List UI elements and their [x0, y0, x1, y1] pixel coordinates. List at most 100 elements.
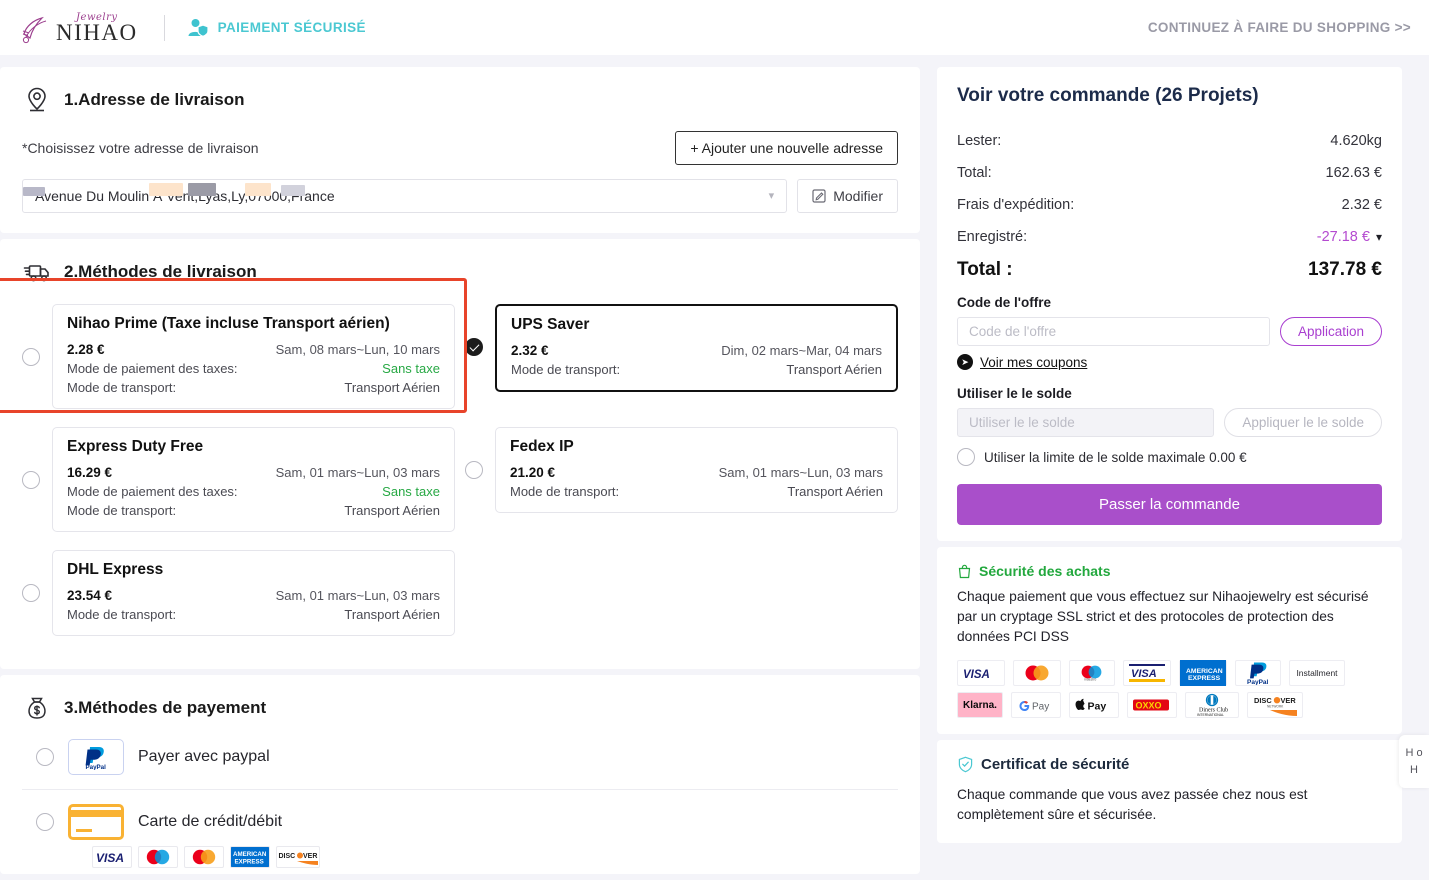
shipping-tax-line: Mode de paiement des taxes: Sans taxe [67, 482, 440, 501]
edit-pencil-icon [812, 189, 826, 203]
payment-radio-paypal[interactable] [36, 748, 54, 766]
shipping-tax-label: Mode de paiement des taxes: [67, 361, 238, 376]
brand-logo-mastercard [184, 846, 224, 868]
address-select[interactable]: Avenue Du Moulin À Vent,Lyas,Ly,07000,Fr… [22, 179, 788, 213]
checkout-body: 1.Adresse de livraison *Choisissez votre… [0, 55, 1429, 880]
shipping-price: 23.54 € [67, 588, 113, 603]
coupon-field-label: Code de l'offre [957, 295, 1051, 310]
address-hint: *Choisissez votre adresse de livraison [22, 140, 259, 156]
secure-payment-label: PAIEMENT SÉCURISÉ [217, 20, 366, 35]
security-certificate-header: Certificat de sécurité [957, 756, 1382, 773]
shipping-transport-value: Transport Aérien [787, 484, 883, 499]
shipping-section-title: 2.Méthodes de livraison [64, 262, 257, 281]
summary-row-saved[interactable]: Enregistré: -27.18 € ▾ [957, 221, 1382, 253]
order-summary-column: Voir votre commande (26 Projets) Lester:… [937, 67, 1402, 880]
chevron-down-icon[interactable]: ▾ [1376, 230, 1382, 244]
header-divider [163, 14, 165, 41]
installment-label: Installment [1296, 668, 1338, 678]
place-order-button[interactable]: Passer la commande [957, 484, 1382, 525]
balance-amount-input[interactable] [957, 408, 1215, 437]
continue-shopping-link[interactable]: CONTINUEZ À FAIRE DU SHOPPING >> [1148, 20, 1411, 35]
payment-logo-klarna: Klarna. [957, 692, 1003, 718]
brand-logo[interactable]: Jewelry NIHAO [20, 11, 138, 44]
summary-value-weight: 4.620kg [1330, 133, 1382, 149]
address-redaction-5 [281, 185, 305, 196]
view-my-coupons-label: Voir mes coupons [980, 354, 1088, 370]
card-brand-logos: VISA AMERICAN EXPRESS DISC VER [92, 846, 898, 868]
payment-section-header: 3.Méthodes de payement [22, 693, 898, 723]
shipping-transport-value: Transport Aérien [344, 380, 440, 395]
shipping-option-ups-saver[interactable]: UPS Saver 2.32 € Dim, 02 mars~Mar, 04 ma… [465, 295, 898, 418]
summary-value-saved-wrap[interactable]: -27.18 € ▾ [1317, 229, 1382, 245]
shipping-price: 2.32 € [511, 343, 549, 358]
paypal-option-label: Payer avec paypal [138, 748, 270, 765]
coupon-code-input[interactable] [957, 317, 1270, 346]
shipping-transport-value: Transport Aérien [786, 362, 882, 377]
view-my-coupons-link[interactable]: ➤ Voir mes coupons [957, 354, 1382, 370]
brand-logo-american-express: AMERICAN EXPRESS [230, 846, 270, 868]
summary-row-shipping: Frais d'expédition: 2.32 € [957, 189, 1382, 221]
credit-card-icon [68, 804, 124, 840]
svg-text:PayPal: PayPal [1247, 679, 1269, 685]
apply-coupon-button[interactable]: Application [1279, 317, 1382, 346]
summary-value-saved: -27.18 € [1316, 229, 1370, 245]
shipping-transport-label: Mode de transport: [67, 607, 177, 622]
shipping-transport-value: Transport Aérien [344, 503, 440, 518]
shipping-tax-line: Mode de paiement des taxes: Sans taxe [67, 359, 440, 378]
payment-logo-maestro: maestro [1069, 660, 1115, 686]
shipping-tax-value: Sans taxe [382, 484, 440, 499]
payment-logo-apple-pay: Pay [1069, 692, 1119, 718]
shipping-option-box: Express Duty Free 16.29 € Sam, 01 mars~L… [52, 427, 455, 532]
payment-options-divider [22, 789, 898, 790]
brand-logo-maestro [138, 846, 178, 868]
payment-logo-visa: VISA [957, 660, 1005, 686]
shipping-option-dhl-express[interactable]: DHL Express 23.54 € Sam, 01 mars~Lun, 03… [22, 541, 455, 645]
summary-row-subtotal: Total: 162.63 € [957, 157, 1382, 189]
summary-row-weight: Lester: 4.620kg [957, 125, 1382, 157]
summary-label-subtotal: Total: [957, 165, 992, 181]
shipping-price: 2.28 € [67, 342, 105, 357]
shipping-transport-line: Mode de transport: Transport Aérien [67, 501, 440, 520]
max-balance-option[interactable]: Utiliser la limite de le solde maximale … [957, 448, 1382, 466]
payment-logo-mastercard [1013, 660, 1061, 686]
shipping-transport-line: Mode de transport: Transport Aérien [67, 378, 440, 397]
chevron-down-icon[interactable]: ▾ [769, 190, 775, 202]
floating-side-tab[interactable]: H o H [1399, 735, 1429, 788]
delivery-truck-icon [22, 257, 52, 287]
shipping-transport-line: Mode de transport: Transport Aérien [67, 605, 440, 624]
shipping-radio-dhl-express[interactable] [22, 584, 40, 602]
shipping-option-fedex-ip[interactable]: Fedex IP 21.20 € Sam, 01 mars~Lun, 03 ma… [465, 418, 898, 541]
add-new-address-button[interactable]: + Ajouter une nouvelle adresse [675, 131, 898, 165]
svg-text:NETWORK: NETWORK [1267, 705, 1284, 709]
shipping-date-range: Sam, 01 mars~Lun, 03 mars [275, 588, 440, 603]
shipping-radio-fedex-ip[interactable] [465, 461, 483, 479]
payment-radio-card[interactable] [36, 813, 54, 831]
money-bag-icon [22, 693, 52, 723]
paypal-logo-icon: PayPal [68, 739, 124, 775]
svg-text:VISA: VISA [1131, 668, 1157, 680]
modify-address-button[interactable]: Modifier [797, 179, 898, 213]
shipping-tax-value: Sans taxe [382, 361, 440, 376]
svg-text:VISA: VISA [96, 851, 124, 865]
shipping-option-express-duty-free[interactable]: Express Duty Free 16.29 € Sam, 01 mars~L… [22, 418, 455, 541]
shipping-transport-label: Mode de transport: [67, 380, 177, 395]
svg-text:EXPRESS: EXPRESS [1188, 675, 1221, 682]
shipping-radio-nihao-prime[interactable] [22, 347, 40, 366]
payment-option-card[interactable]: Carte de crédit/débit [22, 794, 898, 840]
payment-logo-american-express: AMERICAN EXPRESS [1179, 660, 1227, 686]
payment-option-paypal[interactable]: PayPal Payer avec paypal [22, 729, 898, 785]
svg-text:DISC: DISC [279, 853, 296, 860]
shipping-radio-express-duty-free[interactable] [22, 470, 40, 489]
svg-text:EXPRESS: EXPRESS [235, 859, 264, 866]
payment-logo-google-pay: Pay [1011, 692, 1061, 718]
shipping-radio-ups-saver[interactable] [465, 338, 483, 356]
apply-balance-button[interactable]: Appliquer le le solde [1224, 408, 1382, 437]
shipping-option-box: Fedex IP 21.20 € Sam, 01 mars~Lun, 03 ma… [495, 427, 898, 513]
max-balance-radio[interactable] [957, 448, 975, 466]
brand-logo-discover: DISC VER [276, 846, 320, 868]
shipping-option-nihao-prime[interactable]: Nihao Prime (Taxe incluse Transport aéri… [22, 295, 455, 418]
shipping-date-range: Sam, 08 mars~Lun, 10 mars [275, 342, 440, 357]
svg-text:AMERICAN: AMERICAN [233, 851, 267, 858]
address-selection-row: Avenue Du Moulin À Vent,Lyas,Ly,07000,Fr… [22, 179, 898, 213]
address-redaction-4 [245, 183, 271, 196]
